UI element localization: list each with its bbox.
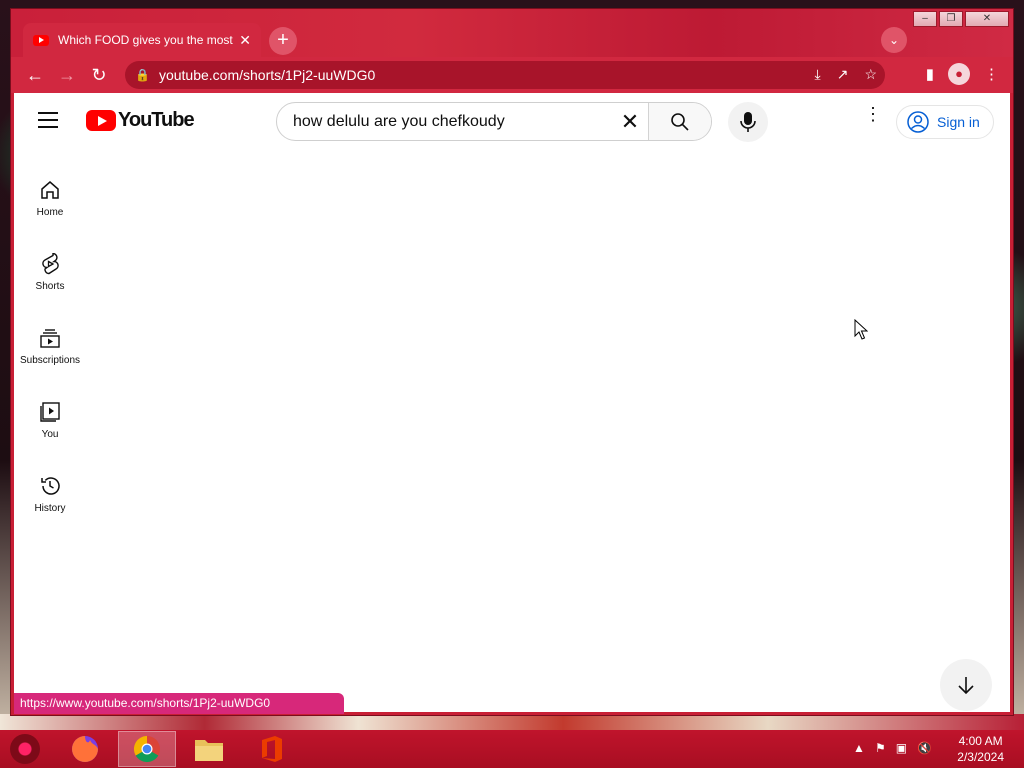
browser-menu-icon[interactable]: ⋮ (984, 65, 999, 83)
install-app-icon[interactable]: ⤓ (815, 66, 821, 83)
restore-button[interactable]: ❐ (939, 11, 963, 27)
start-button[interactable] (10, 734, 40, 764)
sidebar-item-label: Shorts (35, 281, 65, 292)
address-bar[interactable]: 🔒 youtube.com/shorts/1Pj2-uuWDG0 ⤓ ↗ ☆ (125, 61, 885, 89)
menu-icon[interactable] (38, 112, 58, 128)
title-bar: Which FOOD gives you the most ✕ + ⌄ – ❐ … (11, 9, 1013, 57)
chrome-icon (133, 735, 160, 763)
side-panel-icon[interactable]: ▮ (926, 65, 934, 83)
search-box: ✕ (276, 102, 712, 141)
browser-tab[interactable]: Which FOOD gives you the most ✕ (23, 23, 261, 57)
sidebar-item-you[interactable]: You (14, 387, 86, 461)
sidebar-item-shorts[interactable]: Shorts (14, 239, 86, 313)
youtube-logo-text: YouTube (118, 109, 195, 131)
firefox-taskbar-button[interactable] (56, 731, 114, 767)
search-icon (671, 112, 689, 131)
profile-avatar-icon[interactable]: ● (948, 63, 970, 85)
volume-muted-icon[interactable]: 🔇 (917, 741, 932, 755)
chrome-taskbar-button[interactable] (118, 731, 176, 767)
web-page: YouTube ✕ ⋮ (14, 93, 1010, 712)
browser-window: Which FOOD gives you the most ✕ + ⌄ – ❐ … (11, 9, 1013, 715)
sidebar-item-home[interactable]: Home (14, 165, 86, 239)
history-icon (41, 477, 60, 495)
mouse-cursor-icon (854, 319, 868, 340)
search-input[interactable] (277, 103, 612, 140)
youtube-header: YouTube ✕ ⋮ (14, 93, 1010, 149)
browser-toolbar: ← → ↻ 🔒 youtube.com/shorts/1Pj2-uuWDG0 ⤓… (11, 57, 1013, 93)
sidebar: Home Shorts Subscriptions You History (14, 165, 86, 535)
sidebar-item-history[interactable]: History (14, 461, 86, 535)
tab-close-icon[interactable]: ✕ (239, 32, 251, 49)
close-window-button[interactable]: ✕ (965, 11, 1009, 27)
microphone-icon (740, 112, 756, 132)
forward-button[interactable]: → (51, 65, 83, 86)
desktop-wallpaper-strip (0, 714, 1024, 730)
system-tray: ▲ ⚑ ▣ 🔇 (853, 741, 932, 755)
sidebar-item-label: History (34, 503, 66, 514)
folder-icon (195, 740, 223, 761)
firefox-icon (72, 736, 98, 762)
search-button[interactable] (648, 103, 711, 140)
reload-button[interactable]: ↻ (83, 65, 115, 86)
sign-in-button[interactable]: Sign in (896, 105, 994, 139)
account-icon (907, 111, 929, 133)
youtube-favicon-icon (33, 34, 49, 46)
address-url[interactable]: youtube.com/shorts/1Pj2-uuWDG0 (159, 67, 375, 83)
voice-search-button[interactable] (728, 102, 768, 142)
arrow-down-icon (958, 677, 974, 695)
clock-time: 4:00 AM (958, 734, 1003, 748)
file-explorer-taskbar-button[interactable] (180, 731, 238, 767)
clock-date: 2/3/2024 (957, 750, 1004, 764)
taskbar: ▲ ⚑ ▣ 🔇 4:00 AM 2/3/2024 (0, 730, 1024, 768)
you-icon (40, 402, 60, 422)
tab-title: Which FOOD gives you the most (58, 33, 233, 47)
tab-search-button[interactable]: ⌄ (881, 27, 907, 53)
next-short-button[interactable] (940, 659, 992, 711)
home-icon (41, 181, 59, 199)
office-icon (262, 736, 282, 762)
clear-search-icon[interactable]: ✕ (612, 103, 648, 140)
subscriptions-icon (40, 329, 60, 348)
shorts-icon (42, 253, 59, 275)
window-controls: – ❐ ✕ (913, 11, 1009, 27)
sidebar-item-subscriptions[interactable]: Subscriptions (14, 313, 86, 387)
status-bar-url: https://www.youtube.com/shorts/1Pj2-uuWD… (14, 693, 344, 714)
share-icon[interactable]: ↗ (837, 66, 849, 83)
youtube-logo-icon (86, 110, 116, 131)
taskbar-clock[interactable]: 4:00 AM 2/3/2024 (957, 733, 1004, 765)
sidebar-item-label: You (41, 429, 59, 440)
sidebar-item-label: Home (36, 207, 64, 218)
minimize-button[interactable]: – (913, 11, 937, 27)
action-center-flag-icon[interactable]: ⚑ (875, 741, 886, 755)
sidebar-item-label: Subscriptions (19, 355, 81, 366)
youtube-logo[interactable]: YouTube (86, 109, 195, 132)
office-taskbar-button[interactable] (242, 731, 300, 767)
network-icon[interactable]: ▣ (896, 741, 907, 755)
back-button[interactable]: ← (19, 65, 51, 86)
lock-icon: 🔒 (135, 68, 150, 82)
new-tab-button[interactable]: + (269, 27, 297, 55)
show-hidden-icons-icon[interactable]: ▲ (853, 741, 865, 755)
sign-in-label: Sign in (937, 114, 980, 130)
bookmark-star-icon[interactable]: ☆ (864, 66, 877, 83)
settings-menu-icon[interactable]: ⋮ (864, 105, 882, 123)
